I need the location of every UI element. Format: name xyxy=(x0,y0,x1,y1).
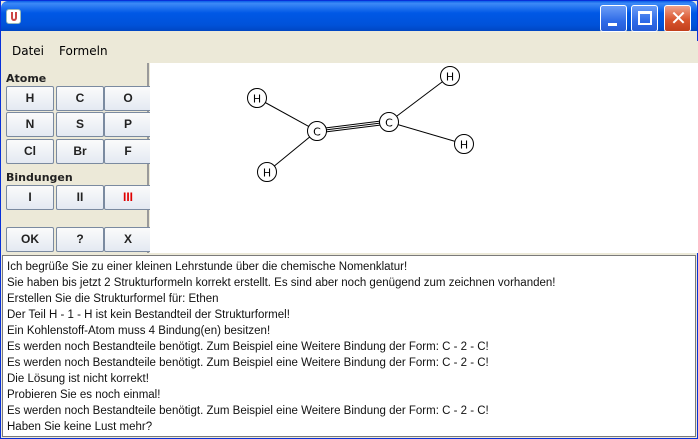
menu-datei[interactable]: Datei xyxy=(12,44,44,58)
java-app-icon[interactable] xyxy=(6,9,21,24)
drawing-canvas[interactable]: H C C H H H xyxy=(150,63,698,253)
help-button[interactable]: ? xyxy=(56,227,104,252)
atom-button-p[interactable]: P xyxy=(104,112,152,137)
atom-button-h[interactable]: H xyxy=(6,86,54,111)
bond-h1-c1 xyxy=(256,97,318,132)
bond-c2-h3 xyxy=(388,75,451,123)
log-line: Ein Kohlenstoff-Atom muss 4 Bindung(en) … xyxy=(7,325,271,337)
atom-h-bottom-right[interactable]: H xyxy=(454,134,474,154)
svg-text:C: C xyxy=(313,126,321,139)
maximize-icon xyxy=(638,11,652,25)
log-line: Erstellen Sie die Strukturformel für: Et… xyxy=(7,293,219,305)
palette-panel: Atome H C O N S P Cl Br F Bindungen I II… xyxy=(2,63,152,253)
menu-bar: Datei Formeln xyxy=(2,41,698,63)
menu-formeln[interactable]: Formeln xyxy=(59,44,108,58)
atoms-label: Atome xyxy=(6,72,47,85)
close-button[interactable]: ✕ xyxy=(664,5,691,32)
log-line: Der Teil H - 1 - H ist kein Bestandteil … xyxy=(7,309,290,321)
bond-c2-h4 xyxy=(388,121,465,145)
atom-h-top-left[interactable]: H xyxy=(247,88,267,108)
bond-button-single[interactable]: I xyxy=(6,185,54,210)
atom-h-top-right[interactable]: H xyxy=(440,66,460,86)
log-line: Haben Sie keine Lust mehr? xyxy=(7,421,153,433)
log-line: Es werden noch Bestandteile benötigt. Zu… xyxy=(7,357,489,369)
atom-button-c[interactable]: C xyxy=(56,86,104,111)
atom-button-o[interactable]: O xyxy=(104,86,152,111)
log-line: Es werden noch Bestandteile benötigt. Zu… xyxy=(7,405,489,417)
atom-button-cl[interactable]: Cl xyxy=(6,139,54,164)
svg-text:H: H xyxy=(446,71,454,84)
atom-h-bottom-left[interactable]: H xyxy=(257,162,277,182)
atom-c-right[interactable]: C xyxy=(379,112,399,132)
atom-button-s[interactable]: S xyxy=(56,112,104,137)
minimize-button[interactable] xyxy=(600,5,627,32)
close-icon: ✕ xyxy=(670,6,687,30)
bond-c1-c2-c xyxy=(316,123,390,134)
atom-button-f[interactable]: F xyxy=(104,139,152,164)
atom-button-n[interactable]: N xyxy=(6,112,54,137)
title-bar[interactable]: ✕ xyxy=(1,1,697,32)
bond-button-double[interactable]: II xyxy=(56,185,104,210)
minimize-icon xyxy=(608,23,617,26)
atom-button-br[interactable]: Br xyxy=(56,139,104,164)
bond-c1-c2-a xyxy=(316,119,390,130)
maximize-button[interactable] xyxy=(631,5,658,32)
atom-c-left[interactable]: C xyxy=(307,121,327,141)
bond-c1-c2-b xyxy=(316,121,390,132)
log-line: Ich begrüße Sie zu einer kleinen Lehrstu… xyxy=(7,261,408,273)
log-line: Probieren Sie es noch einmal! xyxy=(7,389,161,401)
ok-button[interactable]: OK xyxy=(6,227,54,252)
log-line: Es werden noch Bestandteile benötigt. Zu… xyxy=(7,341,489,353)
structure-diagram: H C C H H H xyxy=(247,66,474,182)
svg-text:H: H xyxy=(253,93,261,106)
log-line: Die Lösung ist nicht korrekt! xyxy=(7,373,149,385)
bond-button-triple[interactable]: III xyxy=(104,185,152,210)
app-window: ✕ Datei Formeln Atome H C O N S P Cl Br … xyxy=(0,0,698,439)
bonds-label: Bindungen xyxy=(6,171,73,184)
clear-button[interactable]: X xyxy=(104,227,152,252)
log-line: Sie haben bis jetzt 2 Strukturformeln ko… xyxy=(7,277,556,289)
svg-text:H: H xyxy=(263,167,271,180)
svg-text:C: C xyxy=(385,117,393,130)
message-log[interactable]: Ich begrüße Sie zu einer kleinen Lehrstu… xyxy=(2,255,696,437)
svg-text:H: H xyxy=(460,139,468,152)
